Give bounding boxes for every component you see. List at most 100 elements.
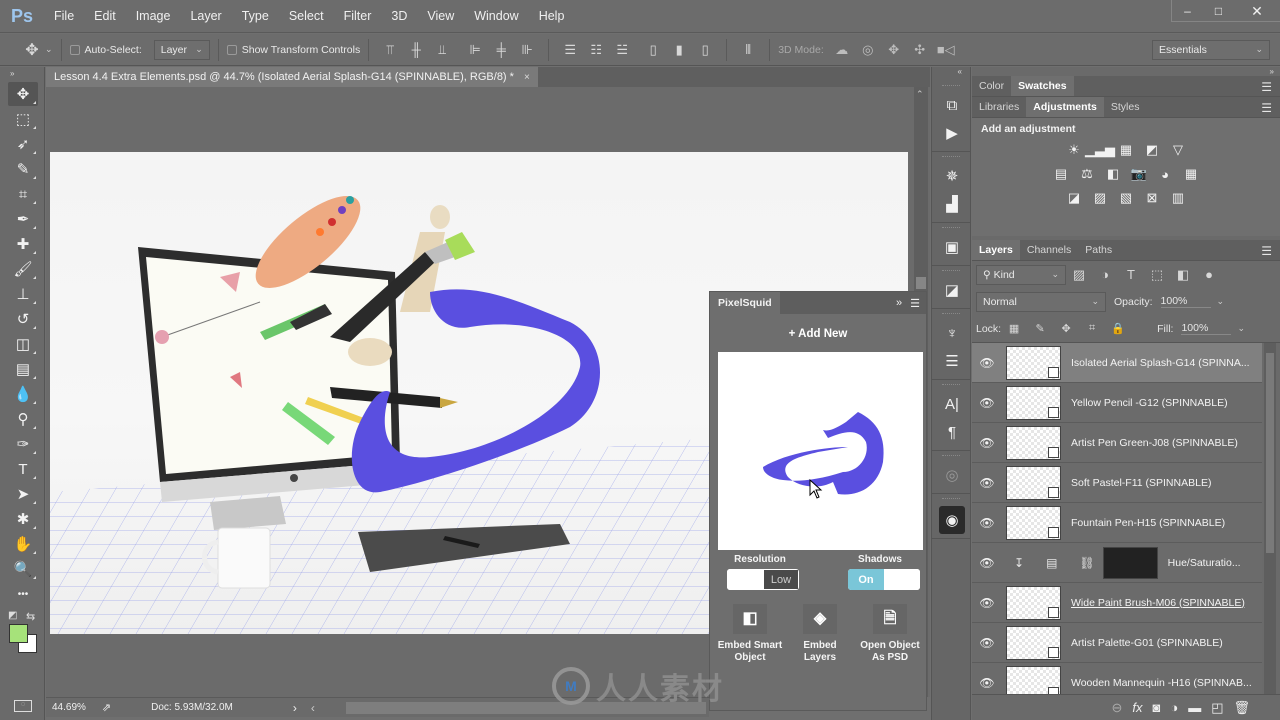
layer-name[interactable]: Wooden Mannequin -H16 (SPINNAB... (1071, 677, 1252, 689)
menu-filter[interactable]: Filter (334, 9, 382, 23)
tool-zoom[interactable]: 🔍 (8, 557, 38, 581)
layer-thumbnail[interactable] (1006, 345, 1061, 380)
layer-name[interactable]: Hue/Saturatio... (1168, 557, 1241, 569)
close-button[interactable]: ✕ (1234, 0, 1280, 22)
tool-path-selection[interactable]: ➤ (8, 482, 38, 506)
menu-file[interactable]: File (44, 9, 84, 23)
layer-name[interactable]: Soft Pastel-F11 (SPINNABLE) (1071, 477, 1211, 489)
opacity-input[interactable]: 100% (1160, 295, 1211, 308)
visibility-eye-icon[interactable]: 👁 (972, 356, 1002, 370)
tool-hand[interactable]: ✋ (8, 532, 38, 556)
layer-name[interactable]: Isolated Aerial Splash-G14 (SPINNA... (1071, 357, 1250, 369)
panel-menu-icon[interactable]: ☰ (1261, 101, 1272, 115)
layer-thumbnail[interactable] (1006, 585, 1061, 620)
add-new-button[interactable]: + Add New (710, 328, 926, 340)
quick-mask-icon[interactable]: ◌ (14, 700, 32, 712)
link-layers-icon[interactable]: ⊖ (1111, 700, 1122, 716)
panel-menu-icon[interactable]: ☰ (1261, 244, 1272, 258)
menu-window[interactable]: Window (464, 9, 528, 23)
collapse-tools-icon[interactable]: » (0, 67, 44, 81)
collapse-panels-icon[interactable]: « (932, 67, 970, 81)
layer-thumbnail[interactable] (1006, 465, 1061, 500)
opacity-chevron-icon[interactable]: ⌄ (1217, 296, 1225, 307)
layer-name[interactable]: Artist Pen Green-J08 (SPINNABLE) (1071, 437, 1238, 449)
paragraph-icon[interactable]: ¶ (932, 418, 972, 446)
align-horizontal-center-icon[interactable]: ╪ (491, 40, 511, 60)
adjustment-icon[interactable]: ▨ (1091, 189, 1109, 207)
embed-smart-object-button[interactable]: ◧ Embed Smart Object (710, 604, 790, 664)
tool-brush[interactable]: 🖌 (8, 257, 38, 281)
expand-panel-icon[interactable]: » (896, 297, 902, 310)
open-object-as-psd-button[interactable]: 🗎 Open Object As PSD (850, 604, 930, 664)
tab-layers[interactable]: Layers (972, 240, 1020, 260)
visibility-eye-icon[interactable]: 👁 (972, 636, 1002, 650)
tab-color[interactable]: Color (972, 76, 1011, 96)
filter-type-icon[interactable]: T (1121, 265, 1141, 285)
pixelsquid-icon[interactable]: ◉ (939, 506, 965, 534)
adjustment-icon[interactable]: ▽ (1169, 141, 1187, 159)
shadows-toggle[interactable]: On (848, 569, 920, 590)
scroll-left-icon[interactable]: ‹ (311, 701, 315, 715)
visibility-eye-icon[interactable]: 👁 (972, 556, 1002, 570)
zoom-level[interactable]: 44.69% (52, 702, 86, 713)
adjustment-icon[interactable]: ⚖ (1078, 165, 1096, 183)
adjustment-icon[interactable]: ▧ (1117, 189, 1135, 207)
blend-mode-dropdown[interactable]: Normal ⌄ (976, 291, 1106, 312)
resolution-high-option[interactable] (727, 569, 763, 590)
histogram-icon[interactable]: ▟ (932, 190, 972, 218)
tool-move[interactable]: ✥ (8, 82, 38, 106)
fill-chevron-icon[interactable]: ⌄ (1237, 323, 1245, 334)
tab-styles[interactable]: Styles (1104, 97, 1147, 117)
layer-name[interactable]: Wide Paint Brush-M06 (SPINNABLE) (1071, 597, 1245, 609)
adjustment-icon[interactable]: ◕ (1156, 165, 1174, 183)
layer-thumbnail[interactable] (1006, 625, 1061, 660)
layer-thumbnail[interactable] (1006, 505, 1061, 540)
menu-view[interactable]: View (417, 9, 464, 23)
layer-thumbnail[interactable] (1006, 385, 1061, 420)
filter-kind-dropdown[interactable]: ⚲ Kind ⌄ (976, 264, 1066, 285)
3d-slide-icon[interactable]: ✣ (910, 40, 930, 60)
tool-quick-selection[interactable]: ✎ (8, 157, 38, 181)
new-layer-icon[interactable]: ◰ (1211, 700, 1223, 716)
tool-eyedropper[interactable]: ✒ (8, 207, 38, 231)
resolution-value[interactable]: Low (763, 569, 799, 590)
lock-image-icon[interactable]: ✎ (1030, 319, 1050, 339)
new-group-icon[interactable]: ▬ (1188, 700, 1201, 715)
tab-libraries[interactable]: Libraries (972, 97, 1026, 117)
properties-icon[interactable]: ◪ (932, 276, 972, 304)
document-tab[interactable]: Lesson 4.4 Extra Elements.psd @ 44.7% (I… (46, 67, 538, 87)
lock-artboard-icon[interactable]: ⌗ (1082, 319, 1102, 339)
distribute-left-icon[interactable]: ▯ (643, 40, 663, 60)
filter-toggle-icon[interactable]: ● (1199, 265, 1219, 285)
adjustment-icon[interactable]: ▦ (1117, 141, 1135, 159)
navigator-icon[interactable]: ✵ (932, 162, 972, 190)
layer-name[interactable]: Fountain Pen-H15 (SPINNABLE) (1071, 517, 1225, 529)
share-icon[interactable]: ⇗ (102, 701, 111, 714)
layer-thumbnail[interactable] (1006, 425, 1061, 460)
shadows-off-option[interactable] (884, 569, 920, 590)
panel-group-grip[interactable] (942, 498, 960, 504)
scroll-thumb[interactable] (916, 277, 926, 289)
layers-scrollbar[interactable] (1264, 343, 1276, 702)
visibility-eye-icon[interactable]: 👁 (972, 436, 1002, 450)
tool-eraser[interactable]: ◫ (8, 332, 38, 356)
adjustment-icon[interactable]: 📷 (1130, 165, 1148, 183)
layer-name[interactable]: Yellow Pencil -G12 (SPINNABLE) (1071, 397, 1228, 409)
layer-row[interactable]: 👁 Artist Pen Green-J08 (SPINNABLE) (972, 423, 1262, 463)
adjustment-icon[interactable]: ◧ (1104, 165, 1122, 183)
adjustment-icon[interactable]: ⊠ (1143, 189, 1161, 207)
shadows-value[interactable]: On (848, 569, 884, 590)
history-icon[interactable]: ⧉ (932, 91, 972, 119)
align-right-icon[interactable]: ⊪ (517, 40, 537, 60)
layer-name[interactable]: Artist Palette-G01 (SPINNABLE) (1071, 637, 1223, 649)
close-document-icon[interactable]: × (524, 72, 530, 83)
expand-panels-icon[interactable]: » (972, 67, 1280, 76)
tool-custom-shape[interactable]: ✱ (8, 507, 38, 531)
menu-edit[interactable]: Edit (84, 9, 126, 23)
3d-icon[interactable]: ▣ (932, 233, 972, 261)
character-icon[interactable]: A| (932, 390, 972, 418)
panel-menu-icon[interactable]: ☰ (910, 297, 920, 310)
tool-lasso[interactable]: ➶ (8, 132, 38, 156)
tool-preset-chevron-icon[interactable]: ⌄ (45, 44, 53, 55)
actions-play-icon[interactable]: ▶ (932, 119, 972, 147)
